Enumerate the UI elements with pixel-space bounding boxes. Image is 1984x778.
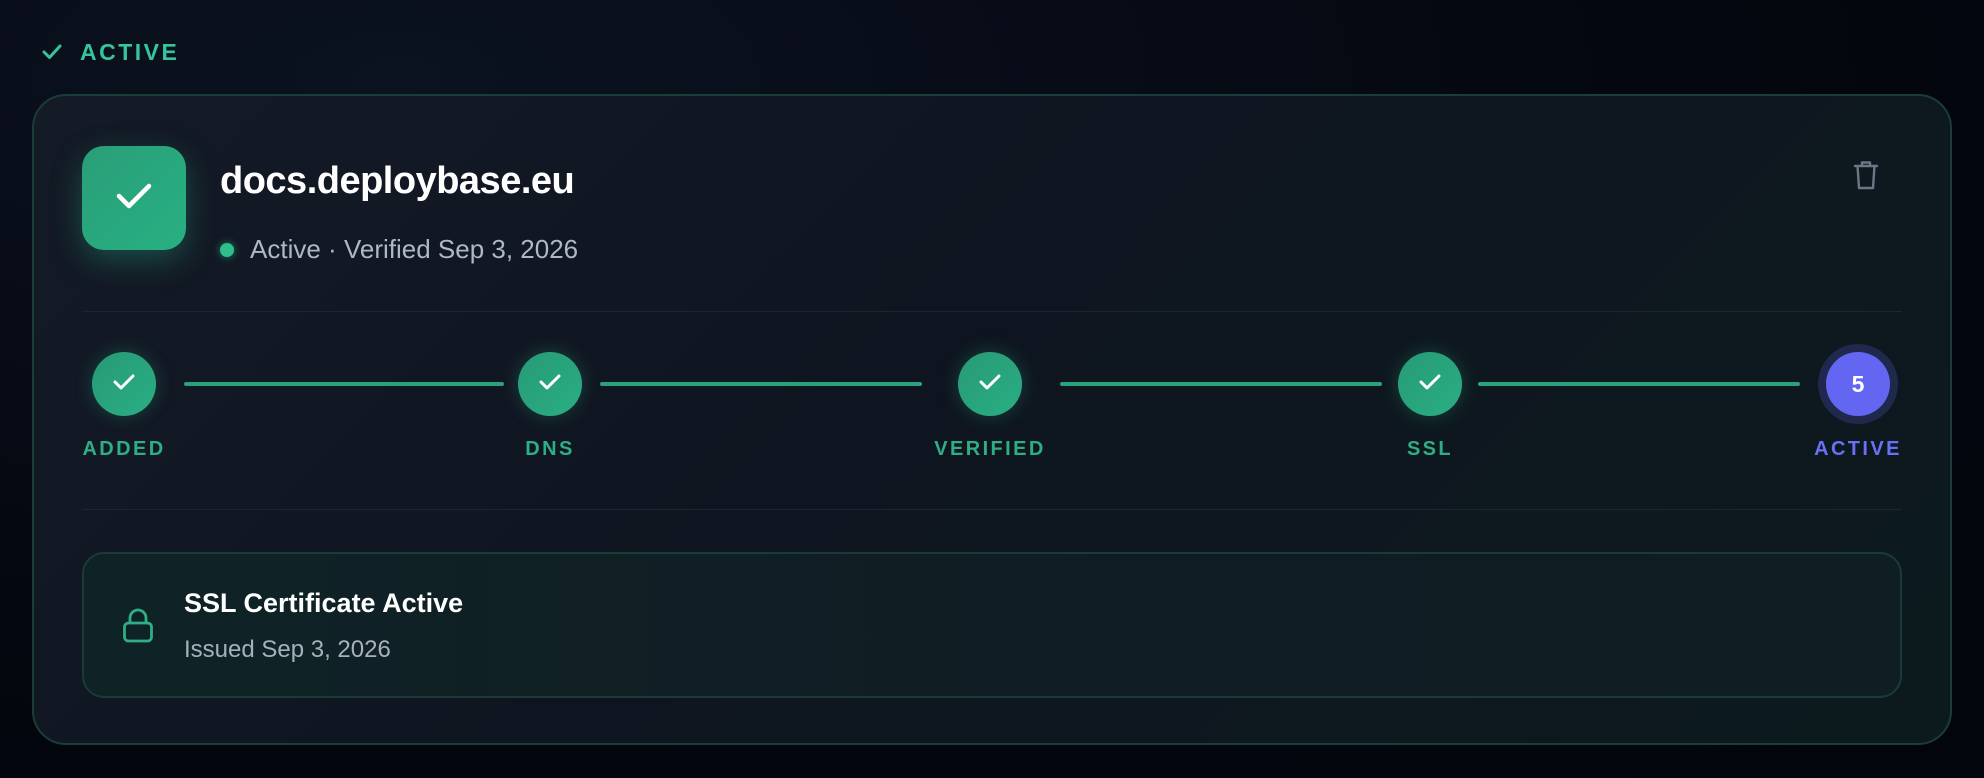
step-ssl: SSL — [1350, 352, 1510, 461]
step-circle-complete — [1398, 352, 1462, 416]
step-dns: DNS — [470, 352, 630, 461]
check-icon — [979, 373, 1001, 396]
step-circle-complete — [92, 352, 156, 416]
lock-icon — [122, 608, 154, 649]
step-label: ADDED — [82, 438, 166, 460]
domain-status-badge — [82, 146, 186, 250]
verified-date: Verified Sep 3, 2026 — [343, 234, 579, 264]
step-label: SSL — [1406, 438, 1454, 460]
step-connector — [1060, 382, 1382, 386]
step-connector — [600, 382, 922, 386]
status-separator: · — [328, 234, 337, 264]
ssl-issued-date: Issued Sep 3, 2026 — [184, 636, 391, 663]
divider — [82, 311, 1902, 312]
check-icon — [115, 181, 153, 216]
check-icon — [1419, 373, 1441, 396]
domain-status-line: Active · Verified Sep 3, 2026 — [220, 234, 578, 265]
step-circle-complete — [958, 352, 1022, 416]
domain-name: docs.deploybase.eu — [220, 160, 575, 202]
divider — [82, 509, 1902, 510]
check-icon — [42, 43, 62, 61]
step-circle-current: 5 — [1826, 352, 1890, 416]
check-icon — [539, 373, 561, 396]
check-icon — [113, 373, 135, 396]
delete-domain-button[interactable] — [1848, 156, 1884, 196]
step-added: ADDED — [44, 352, 204, 461]
step-verified: VERIFIED — [910, 352, 1070, 461]
status-text: Active — [250, 234, 321, 264]
step-label: ACTIVE — [1814, 438, 1902, 460]
domain-card: docs.deploybase.eu Active · Verified Sep… — [32, 94, 1952, 745]
ssl-title: SSL Certificate Active — [184, 588, 464, 618]
top-status: ACTIVE — [42, 36, 179, 68]
step-label: VERIFIED — [934, 438, 1046, 460]
step-active: 5 ACTIVE — [1778, 352, 1938, 461]
trash-icon — [1853, 159, 1879, 194]
top-status-label: ACTIVE — [80, 38, 180, 65]
step-label: DNS — [525, 438, 575, 460]
status-dot — [220, 242, 234, 257]
step-connector — [1478, 382, 1800, 386]
step-connector — [184, 382, 504, 386]
ssl-certificate-panel: SSL Certificate Active Issued Sep 3, 202… — [82, 552, 1902, 698]
step-circle-complete — [518, 352, 582, 416]
